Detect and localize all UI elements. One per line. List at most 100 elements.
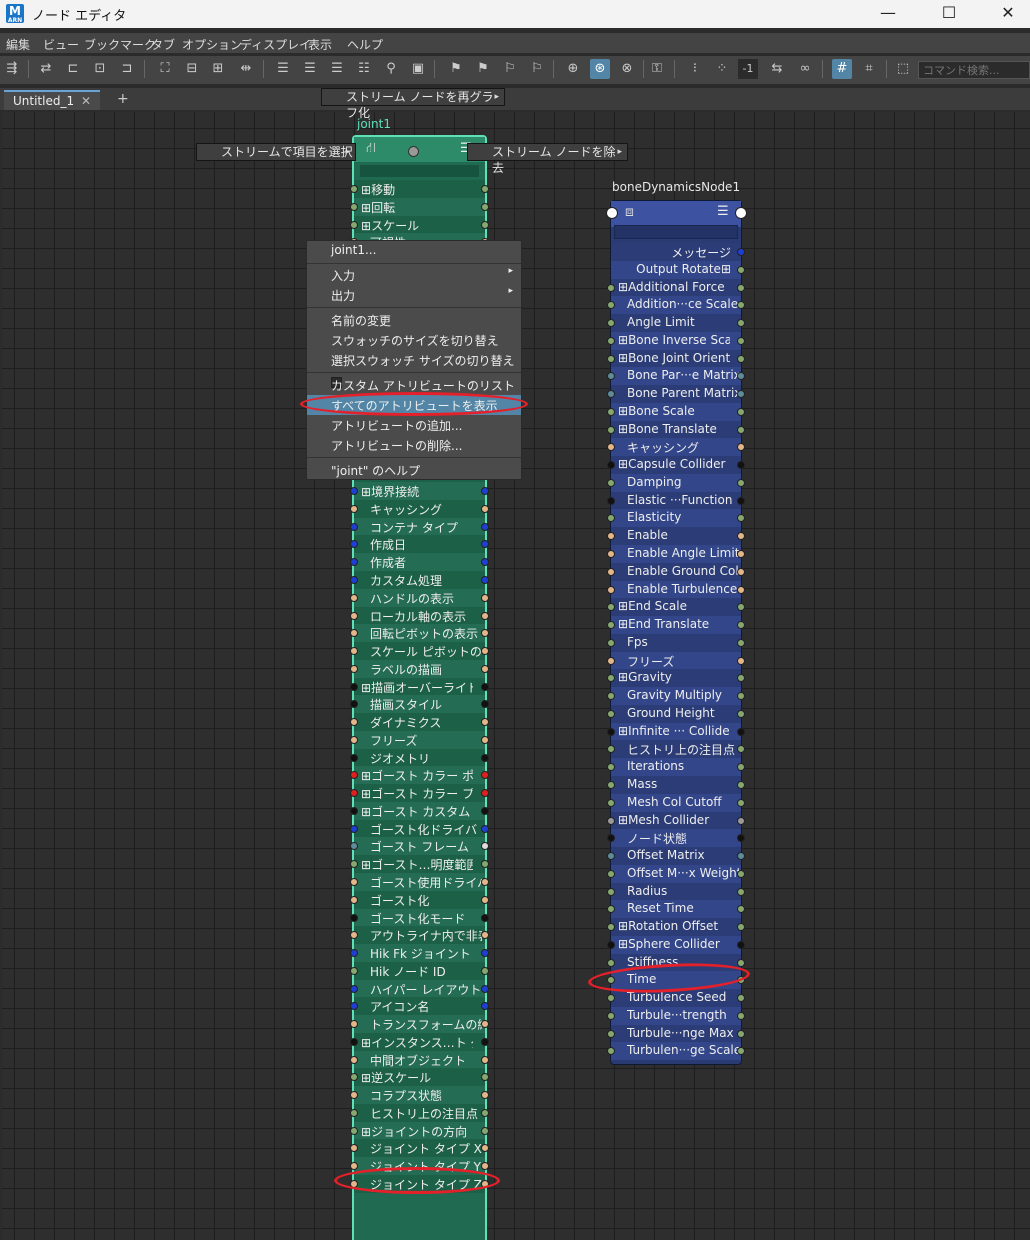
output-port-icon[interactable] [737, 603, 745, 612]
menu-display[interactable]: ディスプレイ [240, 36, 311, 53]
input-port-icon[interactable] [350, 753, 358, 762]
bone-attribute-row[interactable]: Ground Height [607, 704, 745, 723]
output-port-icon[interactable] [737, 567, 745, 576]
input-port-icon[interactable] [350, 504, 358, 513]
input-port-icon[interactable] [607, 816, 615, 825]
maximize-button[interactable]: ☐ [926, 0, 972, 28]
output-port-icon[interactable] [481, 1162, 489, 1171]
output-port-icon[interactable] [481, 1020, 489, 1029]
joint-attribute-row[interactable]: ハンドルの表示 [350, 588, 489, 607]
input-port-icon[interactable] [607, 532, 615, 541]
expand-icon[interactable]: ⊞ [618, 670, 628, 684]
output-port-icon[interactable] [481, 824, 489, 833]
bone-attribute-row[interactable]: ⊞Additional Force [607, 278, 745, 297]
bone-attribute-row[interactable]: ⊞Capsule Collider [607, 456, 745, 474]
output-port-icon[interactable] [481, 593, 489, 602]
menu-item-input[interactable]: 入力 ▸ [307, 265, 521, 285]
input-port-icon[interactable] [607, 1011, 615, 1020]
joint-attribute-row[interactable]: ジオメトリ [350, 748, 489, 767]
joint-attribute-row[interactable]: ⊞移動 [350, 180, 489, 198]
snapshot-icon[interactable]: ▣ [408, 59, 428, 79]
input-port-icon[interactable] [607, 407, 615, 416]
input-port-icon[interactable] [350, 984, 358, 993]
output-port-icon[interactable] [481, 611, 489, 620]
input-port-icon[interactable] [607, 852, 615, 861]
output-port-icon[interactable] [737, 780, 745, 789]
output-port-icon[interactable] [737, 852, 745, 861]
input-port-icon[interactable] [350, 860, 358, 869]
command-search-input[interactable] [918, 61, 1030, 79]
bone-dynamics-node[interactable]: ⧈ ☰ メッセージ Output Rotate⊞ ⊞Additional Force… [606, 200, 747, 1065]
node-graph-canvas[interactable]: joint1 ⛙ ☰ ⊞移動⊞回転⊞スケール可視性行列の xformバインド ポ… [2, 112, 1030, 1240]
output-port-icon[interactable] [481, 647, 489, 656]
select-in-stream-button[interactable]: ストリームで項目を選択 ▸ [196, 143, 356, 161]
input-port-icon[interactable] [607, 621, 615, 630]
menu-bookmarks[interactable]: ブックマーク [84, 36, 156, 53]
output-port-icon[interactable] [481, 522, 489, 531]
bone-attribute-row[interactable]: Angle Limit [607, 314, 745, 332]
frame-both-icon[interactable]: ⊡ [90, 59, 110, 79]
output-port-icon[interactable] [481, 931, 489, 940]
input-port-icon[interactable] [607, 887, 615, 896]
input-port-icon[interactable] [607, 692, 615, 701]
frame-all-icon[interactable]: ⛶ [155, 59, 175, 79]
expand-icon[interactable]: ⊞ [618, 919, 628, 933]
bone-attribute-row[interactable]: ⊞Bone Joint Orient [607, 349, 745, 368]
graph-add-icon[interactable]: ⊕ [563, 59, 583, 79]
input-port-icon[interactable] [607, 425, 615, 434]
output-port-icon[interactable] [737, 443, 745, 452]
joint-attribute-row[interactable]: トランスフォームの継承 [350, 1015, 489, 1033]
iteration-field[interactable]: -1 [738, 59, 758, 79]
pin-remove-icon[interactable]: ⚐ [500, 59, 520, 79]
input-port-icon[interactable] [350, 1108, 358, 1117]
bone-attribute-row[interactable]: Bone Par···e Matrix [607, 367, 745, 386]
output-port-icon[interactable] [481, 664, 489, 673]
menu-show[interactable]: 表示 [308, 36, 332, 53]
bone-attribute-row[interactable]: キャッシング [607, 438, 745, 457]
connect-icon[interactable]: ⇆ [767, 59, 787, 79]
expand-icon[interactable]: ⊞ [618, 813, 628, 827]
bone-attribute-row[interactable]: メッセージ [611, 243, 745, 261]
joint-attribute-row[interactable]: ⊞逆スケール [350, 1068, 489, 1087]
input-port-icon[interactable] [350, 878, 358, 886]
bone-attribute-row[interactable]: ⊞End Translate [607, 616, 745, 634]
close-window-button[interactable]: ✕ [985, 0, 1030, 28]
dot-spread-icon[interactable]: ⁘ [712, 59, 732, 79]
bone-attribute-row[interactable]: ⊞Sphere Collider [607, 935, 745, 954]
joint-attribute-row[interactable]: アウトライナ内で非表示 [350, 926, 489, 945]
bone-attribute-row[interactable]: Reset Time [607, 900, 745, 919]
bone-attribute-row[interactable]: Elasticity [607, 509, 745, 528]
input-port-icon[interactable] [607, 674, 615, 683]
expand-icon[interactable]: ⊞ [618, 937, 628, 951]
expand-icon[interactable]: ⊞ [618, 333, 628, 347]
output-port-icon[interactable] [737, 656, 745, 665]
bone-node-title[interactable]: boneDynamicsNode1 [612, 180, 740, 194]
bone-menu-icon[interactable]: ☰ [717, 204, 729, 219]
output-port-icon[interactable] [481, 504, 489, 513]
joint-attribute-row[interactable]: Hik ノード ID [350, 961, 489, 980]
output-port-icon[interactable] [481, 1144, 489, 1153]
output-port-icon[interactable] [481, 984, 489, 993]
bone-attribute-row[interactable]: Offset M···x Weight [607, 864, 745, 883]
pin-icon[interactable]: ⚑ [446, 59, 466, 79]
bone-input-port[interactable] [606, 207, 618, 219]
expand-icon[interactable]: ⊞ [618, 599, 628, 613]
input-port-icon[interactable] [607, 994, 615, 1003]
output-port-icon[interactable] [481, 913, 489, 922]
input-port-icon[interactable] [350, 1055, 358, 1064]
input-port-icon[interactable] [350, 931, 358, 940]
joint-attribute-row[interactable]: ハイパー レイアウト [350, 979, 489, 998]
output-port-icon[interactable] [737, 1011, 745, 1020]
output-port-icon[interactable] [481, 487, 489, 496]
output-port-icon[interactable] [481, 895, 489, 904]
joint-attribute-row[interactable]: ⊞インスタンス…ト グループ [350, 1032, 489, 1051]
joint-attribute-row[interactable]: ローカル軸の表示 [350, 606, 489, 625]
input-port-icon[interactable] [350, 1144, 358, 1153]
input-port-icon[interactable] [350, 718, 358, 727]
input-port-icon[interactable] [607, 798, 615, 807]
bone-attribute-row[interactable]: Elastic ···Function [607, 491, 745, 510]
input-port-icon[interactable] [607, 1029, 615, 1038]
output-port-icon[interactable] [481, 629, 489, 638]
output-port-icon[interactable] [737, 585, 745, 594]
pin-clear-icon[interactable]: ⚐ [527, 59, 547, 79]
